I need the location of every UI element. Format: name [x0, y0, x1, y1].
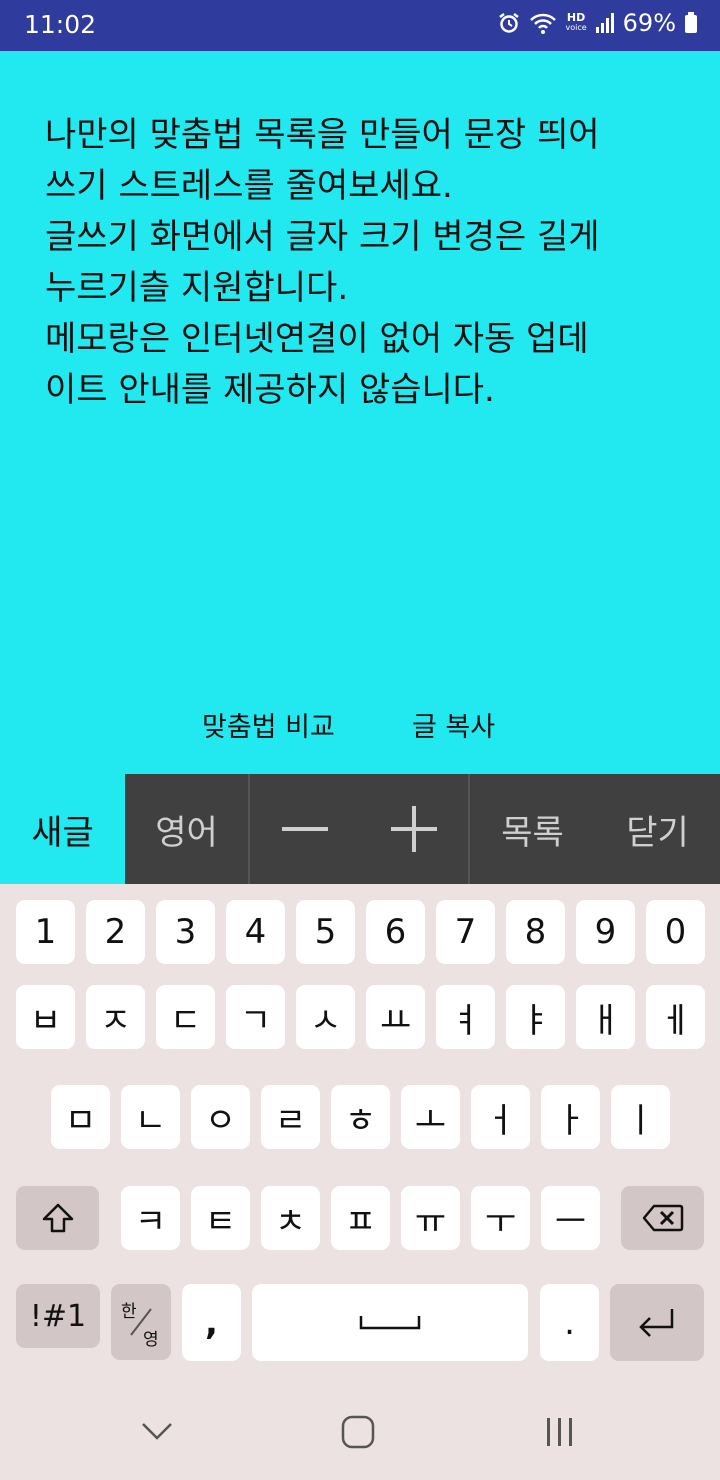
recent-apps-button[interactable] — [544, 1416, 576, 1448]
hide-keyboard-button[interactable] — [140, 1420, 174, 1442]
number-key[interactable]: 8 — [506, 900, 565, 964]
copy-text-button[interactable]: 글 복사 — [412, 705, 495, 744]
consonant-vowel-key[interactable]: ㄹ — [261, 1085, 320, 1149]
memo-actions: 맞춤법 비교 글 복사 — [0, 705, 720, 745]
status-icons: HD voice 69% — [497, 9, 698, 37]
number-key[interactable]: 0 — [646, 900, 705, 964]
consonant-vowel-key[interactable]: ㅑ — [506, 985, 565, 1049]
consonant-vowel-key[interactable]: ㄴ — [121, 1085, 180, 1149]
consonant-vowel-key[interactable]: ㅋ — [121, 1186, 180, 1250]
symbols-key[interactable]: !#1 — [16, 1284, 100, 1348]
consonant-vowel-key[interactable]: ㅠ — [401, 1186, 460, 1250]
number-key[interactable]: 6 — [366, 900, 425, 964]
consonant-vowel-key[interactable]: ㅡ — [541, 1186, 600, 1250]
new-memo-button[interactable]: 새글 — [0, 774, 125, 884]
navigation-bar — [0, 1386, 720, 1480]
consonant-vowel-key[interactable]: ㅇ — [191, 1085, 250, 1149]
memo-area[interactable]: 나만의 맞춤법 목록을 만들어 문장 띄어 쓰기 스트레스를 줄여보세요. 글쓰… — [0, 51, 720, 774]
consonant-vowel-key[interactable]: ㅜ — [471, 1186, 530, 1250]
minus-icon — [282, 827, 328, 831]
consonant-vowel-key[interactable]: ㅈ — [86, 985, 145, 1049]
number-key[interactable]: 7 — [436, 900, 495, 964]
backspace-icon — [642, 1204, 683, 1232]
wifi-icon — [530, 13, 557, 34]
consonant-vowel-key[interactable]: ㅊ — [261, 1186, 320, 1250]
comma-key[interactable]: , — [182, 1284, 241, 1361]
shift-icon — [42, 1203, 73, 1233]
number-key[interactable]: 9 — [576, 900, 635, 964]
battery-percent: 69% — [622, 9, 676, 37]
consonant-vowel-key[interactable]: ㅗ — [401, 1085, 460, 1149]
close-button[interactable]: 닫기 — [595, 774, 720, 884]
home-button[interactable] — [341, 1415, 375, 1449]
consonant-vowel-key[interactable]: ㅏ — [541, 1085, 600, 1149]
number-key[interactable]: 5 — [296, 900, 355, 964]
language-switch-key[interactable]: 한 영 — [111, 1284, 171, 1360]
consonant-vowel-key[interactable]: ㅅ — [296, 985, 355, 1049]
increase-font-button[interactable] — [360, 774, 470, 884]
consonant-vowel-key[interactable]: ㅣ — [611, 1085, 670, 1149]
list-button[interactable]: 목록 — [470, 774, 595, 884]
consonant-vowel-key[interactable]: ㄱ — [226, 985, 285, 1049]
consonant-vowel-key[interactable]: ㅂ — [16, 985, 75, 1049]
consonant-vowel-key[interactable]: ㄷ — [156, 985, 215, 1049]
status-bar: 11:02 HD voice 69% — [0, 0, 720, 51]
language-switch-label: 한 영 — [121, 1302, 159, 1350]
consonant-vowel-key[interactable]: ㅍ — [331, 1186, 390, 1250]
backspace-key[interactable] — [621, 1186, 704, 1250]
consonant-vowel-key[interactable]: ㅕ — [436, 985, 495, 1049]
enter-key[interactable] — [610, 1284, 704, 1361]
number-key[interactable]: 4 — [226, 900, 285, 964]
consonant-vowel-key[interactable]: ㅌ — [191, 1186, 250, 1250]
shift-key[interactable] — [16, 1186, 99, 1250]
decrease-font-button[interactable] — [250, 774, 360, 884]
consonant-vowel-key[interactable]: ㅁ — [51, 1085, 110, 1149]
consonant-vowel-key[interactable]: ㅐ — [576, 985, 635, 1049]
space-icon — [359, 1315, 421, 1329]
consonant-vowel-key[interactable]: ㅔ — [646, 985, 705, 1049]
signal-icon — [595, 13, 614, 33]
number-key[interactable]: 3 — [156, 900, 215, 964]
consonant-vowel-key[interactable]: ㅛ — [366, 985, 425, 1049]
number-key[interactable]: 1 — [16, 900, 75, 964]
memo-text[interactable]: 나만의 맞춤법 목록을 만들어 문장 띄어 쓰기 스트레스를 줄여보세요. 글쓰… — [45, 110, 685, 416]
battery-icon — [685, 12, 697, 33]
alarm-icon — [499, 13, 520, 33]
space-key[interactable] — [252, 1284, 528, 1361]
english-button[interactable]: 영어 — [125, 774, 250, 884]
plus-icon — [391, 806, 437, 852]
period-key[interactable]: . — [540, 1284, 599, 1361]
keyboard: 1234567890 ㅂㅈㄷㄱㅅㅛㅕㅑㅐㅔ ㅁㄴㅇㄹㅎㅗㅓㅏㅣ ㅋㅌㅊㅍㅠㅜㅡ … — [0, 884, 720, 1386]
number-key[interactable]: 2 — [86, 900, 145, 964]
status-time: 11:02 — [24, 10, 97, 39]
consonant-vowel-key[interactable]: ㅓ — [471, 1085, 530, 1149]
enter-icon — [639, 1308, 674, 1337]
hd-voice-icon: HD voice — [565, 11, 587, 32]
editor-toolbar: 새글 영어 목록 닫기 — [0, 774, 720, 884]
compare-spelling-button[interactable]: 맞춤법 비교 — [202, 705, 335, 744]
consonant-vowel-key[interactable]: ㅎ — [331, 1085, 390, 1149]
